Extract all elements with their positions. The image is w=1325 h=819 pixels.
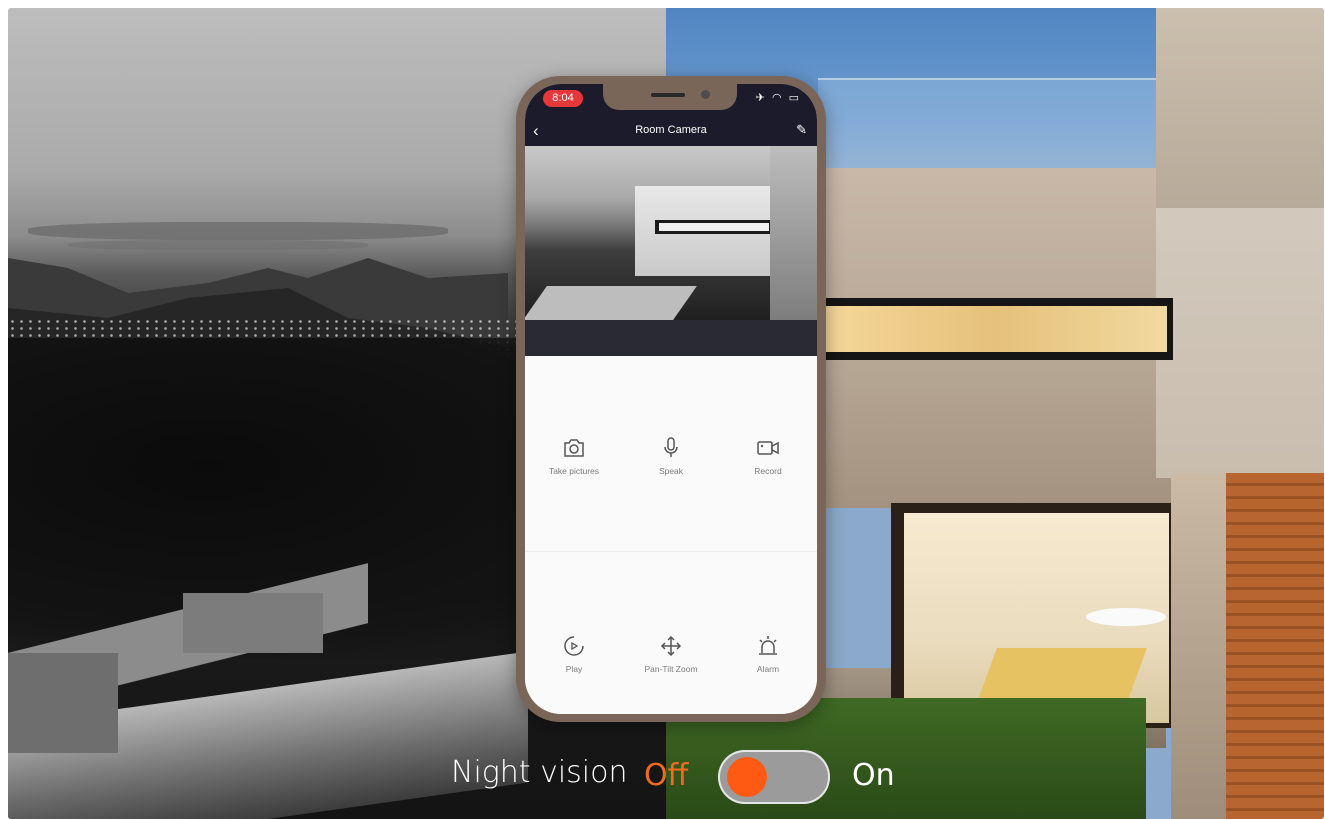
phone-screen: 8:04 ✈ ◠ ▭ ‹ Room Camera ✎ Take pictures… (525, 84, 817, 714)
alarm-siren-icon (759, 636, 777, 655)
phone-notch (603, 84, 737, 110)
speak-button[interactable]: Speak (622, 436, 720, 476)
wood-deck (1226, 473, 1324, 819)
night-vision-toggle[interactable] (718, 750, 830, 804)
night-vision-label: Night vision (451, 755, 628, 790)
toggle-on-label: On (852, 758, 895, 793)
pan-tilt-arrows-icon (660, 635, 682, 657)
alarm-label: Alarm (756, 664, 780, 674)
glass-railing (818, 78, 1158, 175)
control-grid: Take pictures Speak Record Play Pan-Tilt… (525, 356, 817, 714)
video-camera-icon (757, 441, 779, 455)
pan-tilt-zoom-button[interactable]: Pan-Tilt Zoom (622, 634, 720, 674)
page-title: Room Camera (635, 124, 707, 136)
speaker-grille (651, 93, 685, 97)
pan-tilt-zoom-label: Pan-Tilt Zoom (644, 664, 698, 674)
night-vision-banner: 8:04 ✈ ◠ ▭ ‹ Room Camera ✎ Take pictures… (8, 8, 1324, 819)
play-button[interactable]: Play (525, 634, 623, 674)
pencil-icon[interactable]: ✎ (796, 122, 807, 138)
front-camera-icon (701, 90, 710, 99)
toggle-knob[interactable] (727, 757, 767, 797)
camera-live-feed[interactable] (525, 146, 817, 320)
app-navbar: ‹ Room Camera ✎ (525, 116, 817, 146)
alarm-button[interactable]: Alarm (719, 634, 817, 674)
status-icons: ✈ ◠ ▭ (755, 92, 801, 104)
microphone-icon (664, 437, 678, 457)
play-circle-icon (564, 636, 584, 656)
play-label: Play (565, 664, 583, 674)
take-pictures-label: Take pictures (548, 466, 600, 476)
smartphone-mockup: 8:04 ✈ ◠ ▭ ‹ Room Camera ✎ Take pictures… (516, 76, 826, 722)
toggle-off-label: Off (644, 758, 689, 793)
feed-control-bar (525, 320, 817, 356)
camera-icon (564, 439, 584, 457)
speak-label: Speak (658, 466, 684, 476)
take-pictures-button[interactable]: Take pictures (525, 436, 623, 476)
status-time: 8:04 (543, 90, 583, 107)
record-label: Record (754, 466, 782, 476)
record-button[interactable]: Record (719, 436, 817, 476)
